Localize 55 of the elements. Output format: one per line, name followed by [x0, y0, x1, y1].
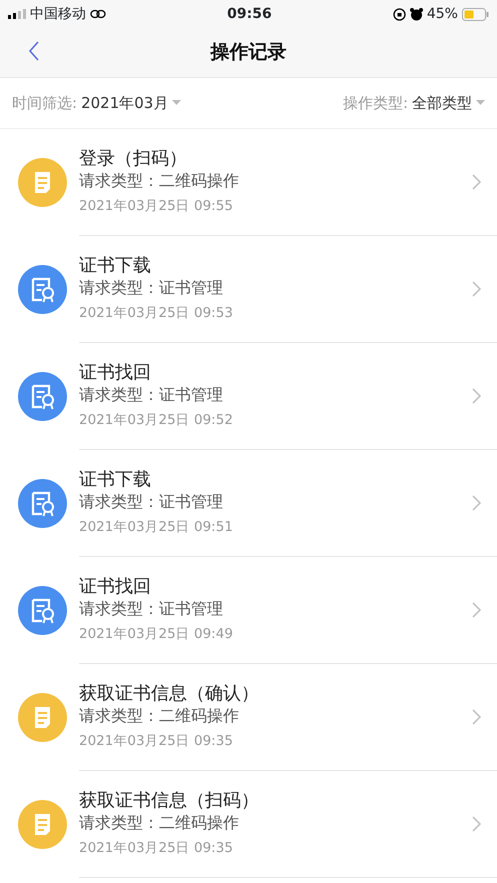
document-icon	[18, 158, 67, 207]
caret-icon	[172, 100, 182, 106]
record-title: 获取证书信息（扫码）	[79, 790, 259, 813]
record-time: 2021年03月25日 09:55	[79, 196, 234, 216]
certificate-icon	[18, 586, 67, 635]
certificate-icon	[18, 479, 67, 528]
status-time: 09:56	[227, 4, 272, 24]
record-title: 证书找回	[79, 576, 152, 599]
record-row[interactable]: 登录（扫码） 请求类型：二维码操作 2021年03月25日 09:55	[0, 129, 497, 236]
record-time: 2021年03月25日 09:53	[79, 304, 233, 323]
rotation-lock-icon	[392, 8, 406, 20]
filter-dropdown[interactable]: 时间筛选: 2021年03月	[12, 92, 182, 114]
chevron-icon	[472, 709, 481, 725]
record-type: 请求类型：证书管理	[79, 384, 224, 406]
record-title: 证书找回	[79, 362, 152, 385]
chevron-icon	[472, 602, 481, 618]
record-time: 2021年03月25日 09:49	[79, 624, 233, 644]
record-type: 请求类型：证书管理	[79, 278, 224, 299]
document-icon	[18, 800, 67, 849]
record-type: 请求类型：二维码操作	[79, 170, 239, 192]
record-row[interactable]: 证书下载 请求类型：证书管理 2021年03月25日 09:53	[0, 236, 497, 343]
record-time: 2021年03月25日 09:35	[79, 838, 234, 858]
back-icon[interactable]	[28, 40, 40, 62]
signal-icon	[8, 9, 26, 19]
page-title: 操作记录	[210, 40, 286, 66]
link-icon	[90, 9, 106, 19]
carrier-name: 中国移动	[30, 4, 86, 24]
record-row[interactable]: 证书找回 请求类型：证书管理 2021年03月25日 09:52	[0, 343, 497, 450]
chevron-icon	[472, 495, 481, 511]
record-time: 2021年03月25日 09:52	[79, 410, 233, 430]
battery-percent: 45%	[426, 4, 458, 24]
record-type: 请求类型：二维码操作	[79, 812, 240, 834]
record-row[interactable]: 获取证书信息（扫码） 请求类型：二维码操作 2021年03月25日 09:35	[0, 771, 497, 878]
record-title: 证书下载	[79, 255, 152, 278]
record-row[interactable]: 证书下载 请求类型：证书管理 2021年03月25日 09:51	[0, 450, 497, 557]
record-time: 2021年03月25日 09:35	[79, 732, 234, 751]
document-icon	[18, 693, 67, 742]
record-type: 请求类型：二维码操作	[79, 706, 240, 727]
certificate-icon	[18, 372, 67, 421]
battery-icon	[462, 8, 489, 20]
chevron-icon	[472, 388, 481, 404]
record-title: 获取证书信息（确认）	[79, 683, 259, 706]
record-title: 登录（扫码）	[79, 148, 188, 171]
record-time: 2021年03月25日 09:51	[79, 518, 233, 537]
chevron-icon	[472, 174, 481, 190]
record-title: 证书下载	[79, 469, 152, 492]
chevron-icon	[472, 816, 481, 832]
caret-icon	[476, 100, 485, 106]
record-type: 请求类型：证书管理	[79, 492, 224, 513]
record-row[interactable]: 证书找回 请求类型：证书管理 2021年03月25日 09:49	[0, 557, 497, 664]
record-row[interactable]: 获取证书信息（确认） 请求类型：二维码操作 2021年03月25日 09:35	[0, 664, 497, 771]
record-type: 请求类型：证书管理	[79, 598, 224, 620]
filter-dropdown[interactable]: 操作类型: 全部类型	[342, 92, 485, 114]
certificate-icon	[18, 265, 67, 314]
chevron-icon	[472, 281, 481, 297]
